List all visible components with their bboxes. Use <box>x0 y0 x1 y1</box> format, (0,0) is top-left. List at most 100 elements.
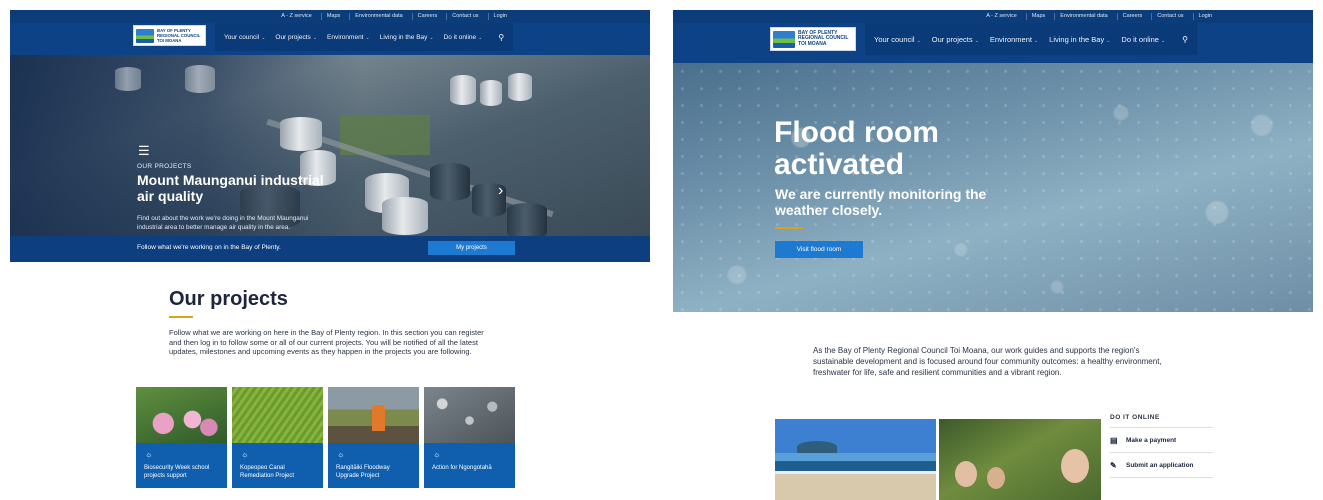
nav-do-it-online[interactable]: Do it online ⌄ <box>1121 35 1165 44</box>
card-label: Kopeopeo Canal Remediation Project <box>240 465 295 479</box>
doit-item-label: Make a payment <box>1126 436 1177 444</box>
search-icon[interactable]: ⚲ <box>498 33 504 42</box>
about-text: As the Bay of Plenty Regional Council To… <box>813 346 1162 377</box>
util-link-a-z[interactable]: A - Z service <box>981 13 1022 20</box>
card-label: Biosecurity Week school projects support <box>144 465 210 479</box>
nav-environment[interactable]: Environment ⌄ <box>327 34 370 41</box>
nav-do-it-online[interactable]: Do it online ⌄ <box>444 34 483 41</box>
util-link-login[interactable]: Login <box>487 13 512 20</box>
card-image <box>232 387 323 443</box>
main-nav: Your council ⌄ Our projects ⌄ Environment ⌄… <box>215 23 514 51</box>
chevron-down-icon: ⌄ <box>1160 37 1166 44</box>
follow-text: Follow what we're working on in the Bay … <box>137 244 281 251</box>
nav-your-council[interactable]: Your council ⌄ <box>874 35 921 44</box>
project-icon: ☼ <box>145 450 153 459</box>
hero-subtitle: We are currently monitoring the weather … <box>775 186 987 218</box>
hero-photo-tank <box>185 65 215 93</box>
hero-photo-tank <box>430 163 470 201</box>
edit-icon: ✎ <box>1110 460 1117 470</box>
logo-line-3: TOI MOANA <box>798 40 827 47</box>
nav-our-projects[interactable]: Our projects ⌄ <box>275 34 317 41</box>
logo-line-3: TOI MOANA <box>157 38 182 43</box>
chevron-down-icon: ⌄ <box>1106 37 1111 44</box>
do-it-online-heading: DO IT ONLINE <box>1110 414 1213 428</box>
visit-flood-room-button[interactable]: Visit flood room <box>775 241 863 258</box>
doit-item-label: Submit an application <box>1126 461 1194 469</box>
chevron-right-icon[interactable]: › <box>498 182 503 200</box>
util-link-environmental-data[interactable]: Environmental data <box>1054 13 1112 20</box>
hero-photo-tank <box>115 67 141 91</box>
title-underline <box>775 227 803 229</box>
hero-photo-tank <box>280 117 322 151</box>
nav-environment[interactable]: Environment ⌄ <box>990 35 1038 44</box>
chevron-down-icon: ⌄ <box>261 34 266 41</box>
search-icon[interactable]: ⚲ <box>1182 35 1188 44</box>
util-link-login[interactable]: Login <box>1192 13 1217 20</box>
section-intro: Follow what we are working on here in th… <box>169 328 484 356</box>
my-projects-button[interactable]: My projects <box>428 241 515 255</box>
person-face <box>955 461 977 487</box>
council-logo[interactable]: BAY OF PLENTY REGIONAL COUNCIL TOI MOANA <box>770 27 856 51</box>
chevron-down-icon: ⌄ <box>478 34 483 41</box>
logo-mark-icon <box>773 30 795 48</box>
util-link-environmental-data[interactable]: Environmental data <box>349 13 407 20</box>
beach-photo[interactable] <box>775 419 936 500</box>
util-link-careers[interactable]: Careers <box>1116 13 1148 20</box>
chevron-down-icon: ⌄ <box>429 34 434 41</box>
hero-photo-tank <box>508 73 532 101</box>
follow-bar: Follow what we're working on in the Bay … <box>10 236 650 262</box>
project-card[interactable]: ☼ Action for Ngongotahā <box>424 387 515 488</box>
project-icon: ☼ <box>433 450 441 459</box>
logo-mark-icon <box>136 28 154 43</box>
card-image <box>328 387 419 443</box>
nav-living-in-the-bay[interactable]: Living in the Bay ⌄ <box>1049 35 1110 44</box>
projects-page-screenshot: A - Z service Maps Environmental data Ca… <box>10 10 650 500</box>
project-card[interactable]: ☼ Rangitāiki Floodway Upgrade Project <box>328 387 419 488</box>
title-underline <box>169 316 193 318</box>
make-payment-link[interactable]: ▤ Make a payment <box>1110 428 1213 453</box>
util-link-careers[interactable]: Careers <box>411 13 443 20</box>
chevron-down-icon: ⌄ <box>1033 37 1039 44</box>
hero-photo-tank <box>507 203 547 236</box>
flood-hero: Flood room activated We are currently mo… <box>673 63 1313 312</box>
do-it-online-panel: DO IT ONLINE ▤ Make a payment ✎ Submit a… <box>1110 414 1213 478</box>
hero-carousel: ☰ OUR PROJECTS Mount Maunganui industria… <box>10 55 650 236</box>
chevron-down-icon: ⌄ <box>365 34 370 41</box>
hero-photo-tank <box>382 197 428 235</box>
util-link-maps[interactable]: Maps <box>320 13 345 20</box>
card-image <box>136 387 227 443</box>
hero-description: Find out about the work we're doing in t… <box>137 215 309 231</box>
hero-photo-tank <box>480 80 502 106</box>
person-face <box>1061 449 1089 483</box>
nav-living-in-the-bay[interactable]: Living in the Bay ⌄ <box>380 34 434 41</box>
util-link-contact[interactable]: Contact us <box>1151 13 1188 20</box>
page-title: Our projects <box>169 288 288 310</box>
credit-card-icon: ▤ <box>1110 435 1118 445</box>
nav-our-projects[interactable]: Our projects ⌄ <box>932 35 979 44</box>
people-photo[interactable] <box>939 419 1101 500</box>
person-face <box>987 467 1005 489</box>
project-icon: ☼ <box>337 450 345 459</box>
project-cards: ☼ Biosecurity Week school projects suppo… <box>136 387 515 488</box>
nav-your-council[interactable]: Your council ⌄ <box>224 34 265 41</box>
chevron-down-icon: ⌄ <box>974 37 979 44</box>
hero-photo-tank <box>450 75 476 105</box>
util-link-maps[interactable]: Maps <box>1025 13 1050 20</box>
util-link-contact[interactable]: Contact us <box>446 13 483 20</box>
council-logo[interactable]: BAY OF PLENTY REGIONAL COUNCIL TOI MOANA <box>133 25 206 46</box>
home-page-screenshot: A - Z service Maps Environmental data Ca… <box>673 10 1313 500</box>
submit-application-link[interactable]: ✎ Submit an application <box>1110 453 1213 478</box>
project-card[interactable]: ☼ Biosecurity Week school projects suppo… <box>136 387 227 488</box>
util-link-a-z[interactable]: A - Z service <box>276 13 317 20</box>
project-wave-icon: ☰ <box>138 143 150 158</box>
card-label: Rangitāiki Floodway Upgrade Project <box>336 465 390 479</box>
project-icon: ☼ <box>241 450 249 459</box>
hero-eyebrow: OUR PROJECTS <box>137 163 192 170</box>
chevron-down-icon: ⌄ <box>312 34 317 41</box>
utility-nav: A - Z service Maps Environmental data Ca… <box>10 10 650 23</box>
project-card[interactable]: ☼ Kopeopeo Canal Remediation Project <box>232 387 323 488</box>
main-header: BAY OF PLENTY REGIONAL COUNCIL TOI MOANA… <box>673 23 1313 63</box>
chevron-down-icon: ⌄ <box>916 37 921 44</box>
utility-nav: A - Z service Maps Environmental data Ca… <box>673 10 1313 23</box>
main-nav: Your council ⌄ Our projects ⌄ Environment ⌄… <box>865 23 1198 55</box>
